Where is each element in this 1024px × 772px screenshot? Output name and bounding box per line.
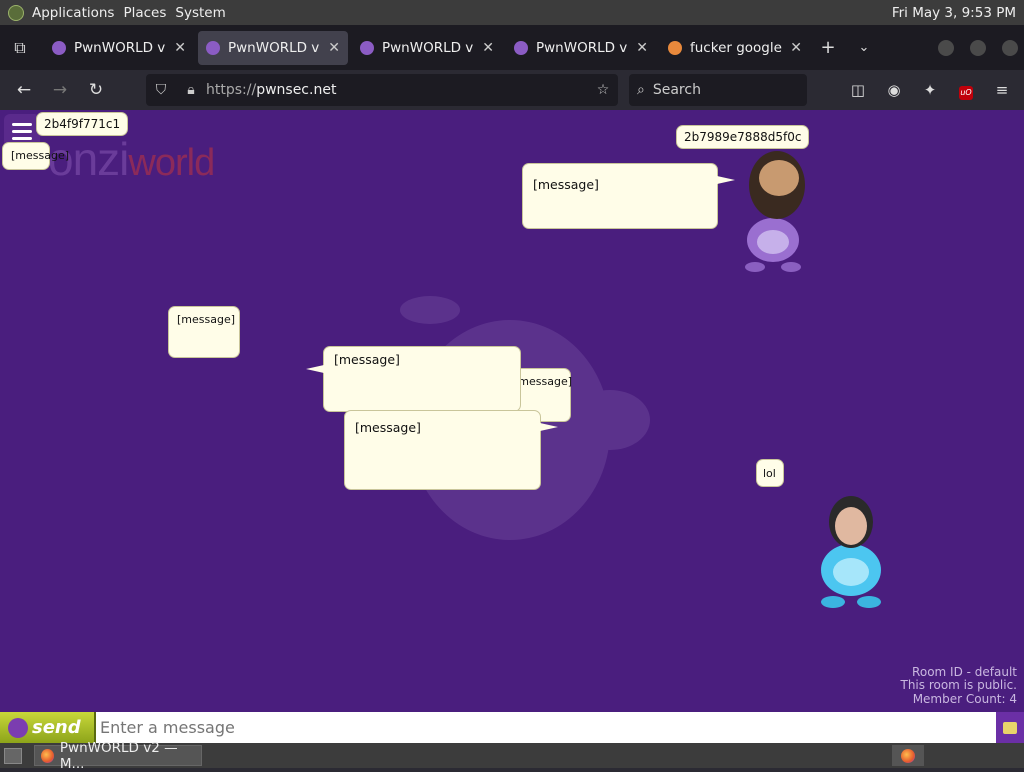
tab-pwnworld-3[interactable]: PwnWORLD v2 ✕ [352,31,502,65]
room-public-status: This room is public. [900,678,1017,692]
close-tab-icon[interactable]: ✕ [482,40,494,56]
bonziworld-canvas[interactable]: onziworld 2b4f9f771c1 [message] 2b7989e7… [0,110,1024,712]
message-input[interactable] [96,712,996,743]
send-label: send [32,717,81,738]
tab-pwnworld-4[interactable]: PwnWORLD v2 ✕ [506,31,656,65]
bonzi-favicon-icon [206,40,220,55]
search-icon: ⌕ [637,82,645,98]
new-tab-icon[interactable]: + [810,31,846,65]
panel-clock[interactable]: Fri May 3, 9:53 PM [892,5,1024,21]
user-nametag[interactable]: 2b7989e7888d5f0c [676,125,810,149]
url-scheme: https:// [206,82,257,98]
extensions-icon[interactable]: ✦ [912,81,948,99]
taskbar-window-button[interactable]: PwnWORLD v2 — M... [34,740,202,772]
applications-menu[interactable]: Applications [32,5,123,21]
bookmark-star-icon[interactable]: ☆ [588,82,618,98]
minimize-window-icon[interactable] [938,39,954,56]
speech-bubble: [message] [306,346,521,412]
tab-5[interactable]: fucker googler ✕ [660,31,810,65]
speech-bubble: lol [756,459,784,487]
room-id: Room ID - default [912,664,1017,679]
pocket-icon[interactable]: ◫ [840,81,876,99]
nav-bar: ← → ↻ ⛉ 🔒︎ https://pwnsec.net ☆ ⌕ Search… [0,70,1024,110]
tab-pwnworld-2[interactable]: PwnWORLD v2 ✕ [198,30,348,65]
close-tab-icon[interactable]: ✕ [328,40,340,56]
speech-bubble: [message] [522,163,735,229]
user-nametag[interactable]: 2b4f9f771c1 [36,112,129,136]
chat-bar: send [0,712,1024,743]
tab-title: PwnWORLD v2 [74,39,167,56]
tab-title: fucker googler [690,39,783,56]
firefox-icon [41,748,54,763]
url-host: pwnsec.net [256,82,337,98]
bonziworld-logo: onziworld [48,132,215,186]
speech-bubble: [message] [168,306,240,358]
tracking-shield-icon[interactable]: ⛉ [146,82,176,98]
send-button[interactable]: send [0,712,96,743]
close-tab-icon[interactable]: ✕ [174,40,186,56]
top-panel: Applications Places System Fri May 3, 9:… [0,0,1024,25]
bonzi-avatar-bottom-right[interactable] [808,492,894,610]
maximize-window-icon[interactable] [970,39,986,56]
tab-title: PwnWORLD v2 [536,39,629,56]
tab-favicon-icon [668,40,682,55]
bottom-taskbar: PwnWORLD v2 — M... [0,740,1024,772]
reload-icon[interactable]: ↻ [78,74,114,106]
bonzi-favicon-icon [360,40,374,55]
tab-title: PwnWORLD v2 [228,39,321,56]
ublock-icon[interactable]: uO [948,81,984,100]
search-placeholder: Search [652,82,701,98]
search-input[interactable]: ⌕ Search [629,74,807,106]
list-all-tabs-icon[interactable]: ⌄ [846,31,882,65]
url-bar[interactable]: ⛉ 🔒︎ https://pwnsec.net ☆ [146,74,618,106]
member-count: Member Count: 4 [912,691,1017,706]
account-icon[interactable]: ◉ [876,81,912,99]
close-tab-icon[interactable]: ✕ [790,40,802,56]
close-window-icon[interactable] [1002,39,1018,56]
back-icon[interactable]: ← [6,74,42,106]
logo-world: world [128,142,215,184]
app-menu-icon[interactable]: ≡ [984,81,1020,99]
system-menu[interactable]: System [175,5,234,21]
taskbar-window-title: PwnWORLD v2 — M... [59,739,178,772]
bonzi-favicon-icon [514,40,528,55]
forward-icon[interactable]: → [42,74,78,106]
image-picker-icon[interactable] [996,712,1024,743]
tab-pwnworld-1[interactable]: PwnWORLD v2 ✕ [44,31,194,65]
speech-bubble: [message] [2,142,69,170]
distro-logo-icon[interactable] [8,4,24,21]
room-info: Room ID - default This room is public. M… [900,664,1017,707]
bonzi-avatar-top-right[interactable] [733,150,819,275]
tab-bar: ⧉ PwnWORLD v2 ✕ PwnWORLD v2 ✕ PwnWORLD v… [0,25,1024,70]
close-tab-icon[interactable]: ✕ [636,40,648,56]
firefox-tray-icon [901,748,915,763]
show-desktop-icon[interactable] [4,747,22,764]
lock-icon[interactable]: 🔒︎ [176,82,206,98]
tab-title: PwnWORLD v2 [382,39,475,56]
speech-bubble: [message] [344,410,558,490]
workspace-switcher[interactable] [892,745,924,766]
places-menu[interactable]: Places [123,5,175,21]
bonzi-send-icon [8,717,28,738]
bonzi-favicon-icon [52,40,66,55]
firefox-view-icon[interactable]: ⧉ [0,25,40,70]
